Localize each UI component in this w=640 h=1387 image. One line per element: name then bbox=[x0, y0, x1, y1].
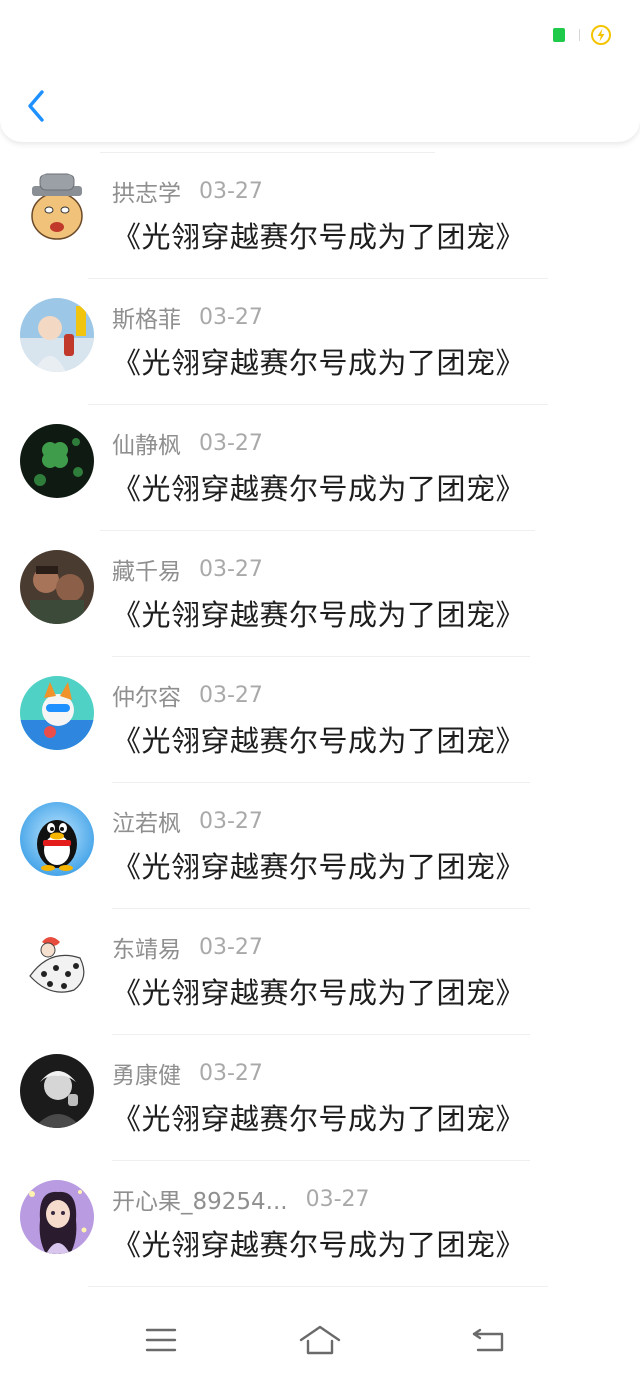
signal-indicator bbox=[553, 28, 565, 42]
comment-row[interactable]: 东靖易 03-27 《光翎穿越赛尔号成为了团宠》 bbox=[0, 898, 640, 1035]
comment-list-screen: 拱志学 03-27 《光翎穿越赛尔号成为了团宠》 斯格菲 03-27 《光翎穿越… bbox=[0, 0, 640, 1387]
username[interactable]: 斯格菲 bbox=[112, 300, 181, 334]
comment-date: 03-27 bbox=[199, 178, 263, 204]
comment-meta: 藏千易 03-27 bbox=[112, 552, 263, 586]
avatar[interactable] bbox=[20, 802, 94, 876]
comment-text: 《光翎穿越赛尔号成为了团宠》 bbox=[112, 724, 526, 758]
comment-date: 03-27 bbox=[305, 1186, 370, 1212]
comment-text: 《光翎穿越赛尔号成为了团宠》 bbox=[112, 472, 526, 506]
comment-meta: 拱志学 03-27 bbox=[112, 174, 263, 208]
comment-date: 03-27 bbox=[199, 808, 263, 834]
comment-row[interactable]: 仙静枫 03-27 《光翎穿越赛尔号成为了团宠》 bbox=[0, 394, 640, 531]
comment-text: 《光翎穿越赛尔号成为了团宠》 bbox=[112, 346, 526, 380]
comment-row[interactable]: 泣若枫 03-27 《光翎穿越赛尔号成为了团宠》 bbox=[0, 772, 640, 909]
avatar[interactable] bbox=[20, 676, 94, 750]
comment-text: 《光翎穿越赛尔号成为了团宠》 bbox=[112, 1228, 526, 1262]
avatar[interactable] bbox=[20, 172, 94, 246]
status-divider bbox=[579, 29, 580, 41]
comment-row[interactable]: 拱志学 03-27 《光翎穿越赛尔号成为了团宠》 bbox=[0, 142, 640, 279]
username[interactable]: 开心果_89254... bbox=[112, 1182, 288, 1216]
avatar[interactable] bbox=[20, 550, 94, 624]
system-nav-bar bbox=[0, 1292, 640, 1387]
comment-text: 《光翎穿越赛尔号成为了团宠》 bbox=[112, 850, 526, 884]
comment-row[interactable]: 勇康健 03-27 《光翎穿越赛尔号成为了团宠》 bbox=[0, 1024, 640, 1161]
home-button[interactable] bbox=[297, 1322, 343, 1358]
back-nav-button[interactable] bbox=[465, 1322, 511, 1358]
comment-text: 《光翎穿越赛尔号成为了团宠》 bbox=[112, 1102, 526, 1136]
username[interactable]: 东靖易 bbox=[112, 930, 181, 964]
comment-meta: 斯格菲 03-27 bbox=[112, 300, 263, 334]
back-icon bbox=[472, 1328, 504, 1352]
avatar[interactable] bbox=[20, 298, 94, 372]
comment-date: 03-27 bbox=[199, 430, 263, 456]
comment-date: 03-27 bbox=[199, 304, 263, 330]
comment-meta: 开心果_89254... 03-27 bbox=[112, 1182, 370, 1216]
menu-icon bbox=[145, 1328, 177, 1352]
avatar[interactable] bbox=[20, 1054, 94, 1128]
comment-date: 03-27 bbox=[199, 682, 263, 708]
username[interactable]: 仲尔容 bbox=[112, 678, 181, 712]
username[interactable]: 泣若枫 bbox=[112, 804, 181, 838]
username[interactable]: 拱志学 bbox=[112, 174, 181, 208]
comment-text: 《光翎穿越赛尔号成为了团宠》 bbox=[112, 598, 526, 632]
username[interactable]: 勇康健 bbox=[112, 1056, 181, 1090]
comment-meta: 勇康健 03-27 bbox=[112, 1056, 263, 1090]
comment-row[interactable]: 开心果_89254... 03-27 《光翎穿越赛尔号成为了团宠》 bbox=[0, 1150, 640, 1287]
back-button[interactable] bbox=[18, 85, 54, 127]
comment-date: 03-27 bbox=[199, 1060, 263, 1086]
comment-list[interactable]: 拱志学 03-27 《光翎穿越赛尔号成为了团宠》 斯格菲 03-27 《光翎穿越… bbox=[0, 142, 640, 1292]
comment-text: 《光翎穿越赛尔号成为了团宠》 bbox=[112, 220, 526, 254]
chevron-left-icon bbox=[28, 90, 44, 122]
avatar[interactable] bbox=[20, 928, 94, 1002]
avatar[interactable] bbox=[20, 424, 94, 498]
home-icon bbox=[299, 1325, 341, 1355]
charging-icon bbox=[591, 25, 611, 45]
comment-meta: 东靖易 03-27 bbox=[112, 930, 263, 964]
comment-date: 03-27 bbox=[199, 934, 263, 960]
comment-meta: 泣若枫 03-27 bbox=[112, 804, 263, 838]
comment-text: 《光翎穿越赛尔号成为了团宠》 bbox=[112, 976, 526, 1010]
username[interactable]: 仙静枫 bbox=[112, 426, 181, 460]
comment-meta: 仲尔容 03-27 bbox=[112, 678, 263, 712]
username[interactable]: 藏千易 bbox=[112, 552, 181, 586]
comment-row[interactable]: 仲尔容 03-27 《光翎穿越赛尔号成为了团宠》 bbox=[0, 646, 640, 783]
comment-row[interactable]: 藏千易 03-27 《光翎穿越赛尔号成为了团宠》 bbox=[0, 520, 640, 657]
comment-date: 03-27 bbox=[199, 556, 263, 582]
status-bar bbox=[553, 22, 612, 48]
comment-row[interactable]: 斯格菲 03-27 《光翎穿越赛尔号成为了团宠》 bbox=[0, 268, 640, 405]
row-divider bbox=[88, 1286, 548, 1287]
header-bar bbox=[0, 0, 640, 142]
avatar[interactable] bbox=[20, 1180, 94, 1254]
comment-meta: 仙静枫 03-27 bbox=[112, 426, 263, 460]
menu-button[interactable] bbox=[138, 1322, 184, 1358]
